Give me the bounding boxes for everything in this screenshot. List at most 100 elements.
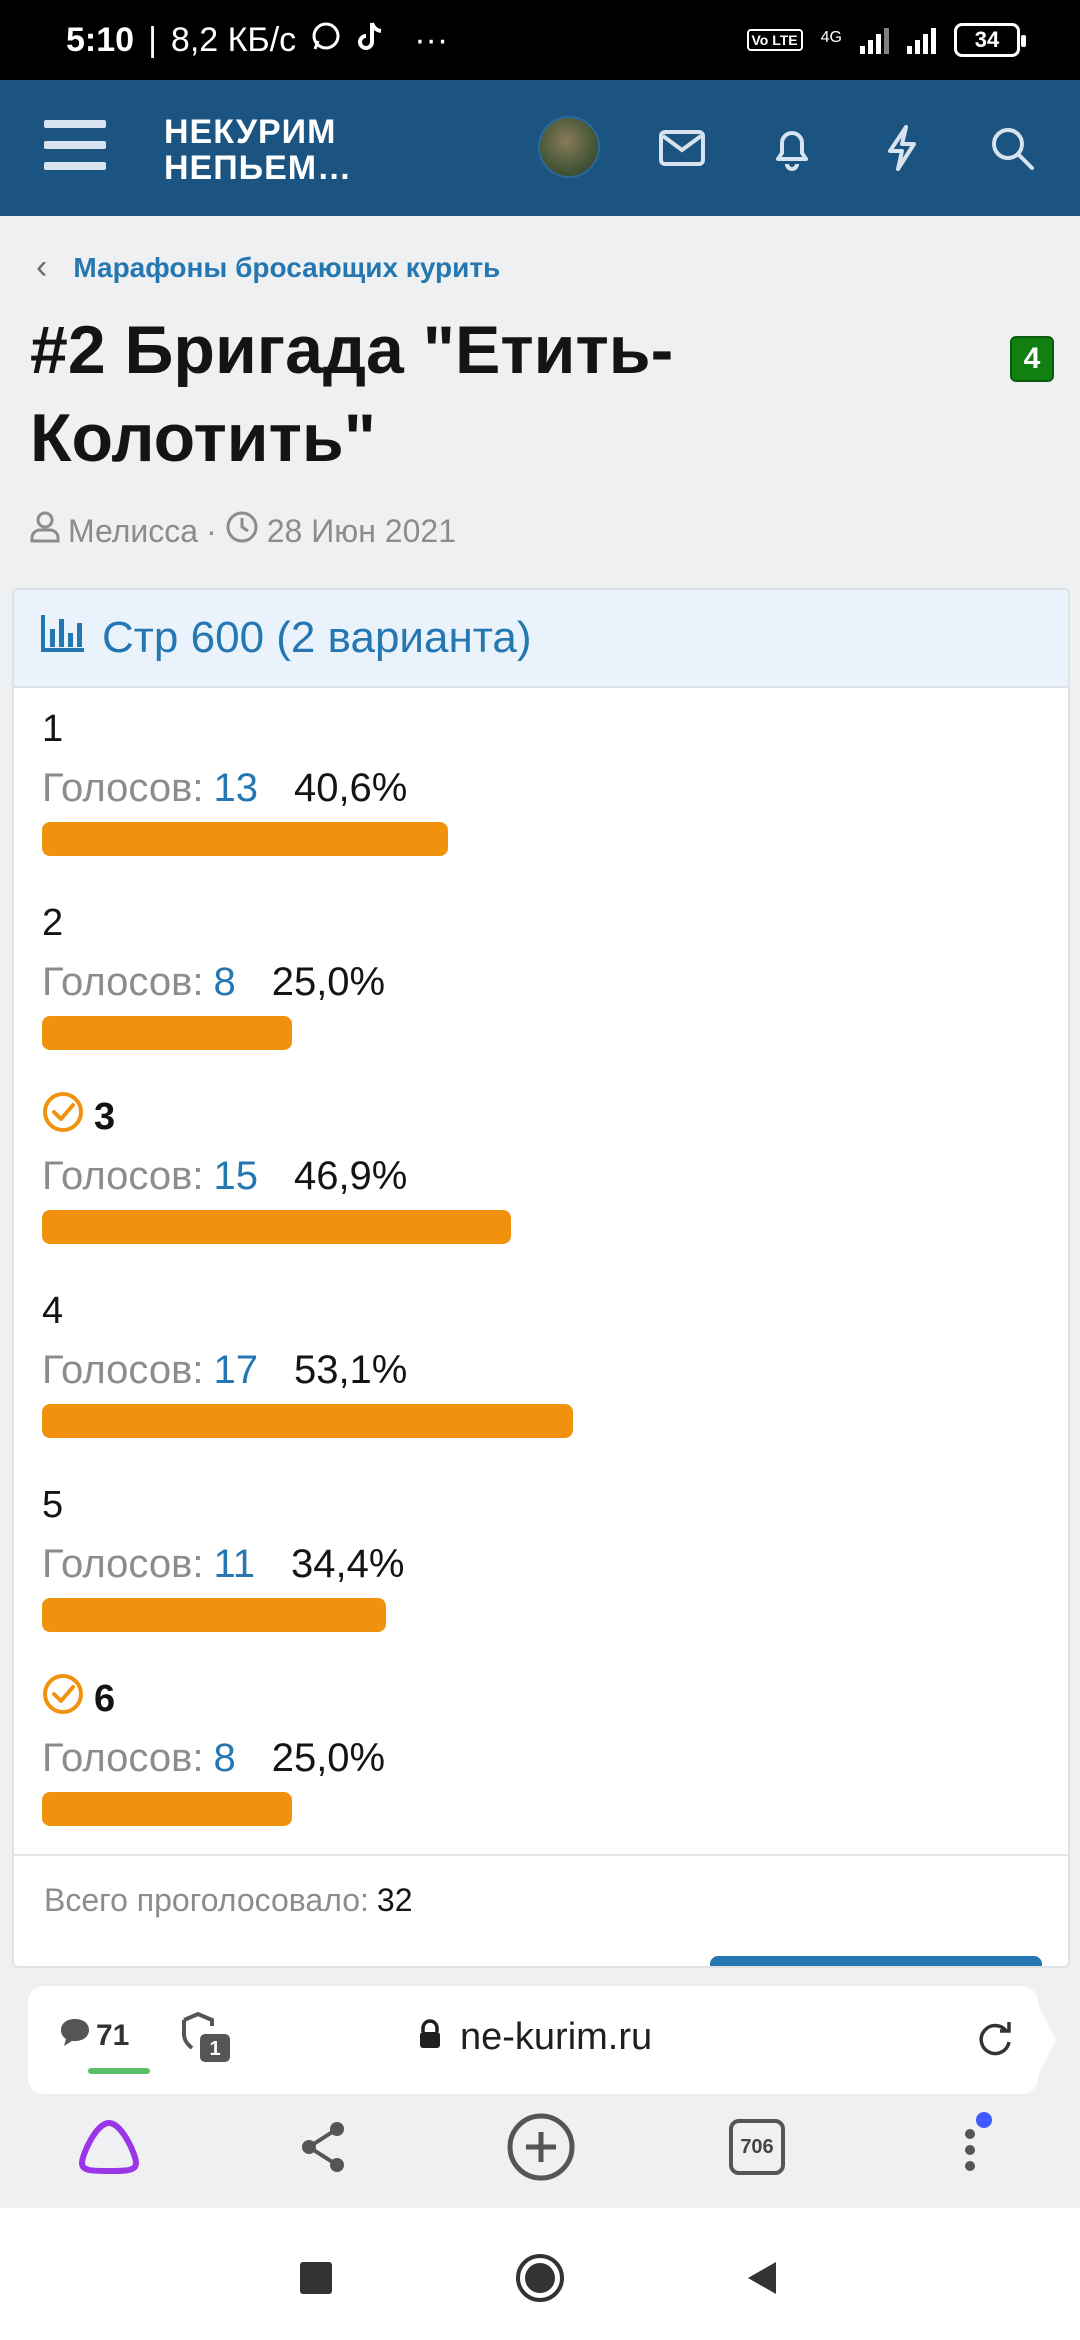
network-type: 4G — [820, 29, 842, 46]
poll-option-label: 6 — [94, 1677, 116, 1720]
comments-button[interactable]: 71 — [58, 2016, 150, 2074]
clock-icon — [225, 510, 259, 552]
votes-label: Голосов: — [42, 1541, 204, 1586]
menu-icon[interactable] — [44, 120, 106, 170]
user-avatar[interactable] — [538, 116, 600, 178]
votes-label: Голосов: — [42, 1153, 204, 1198]
lock-icon — [418, 2016, 442, 2059]
voted-check-icon — [42, 1673, 84, 1725]
poll-option-votes: Голосов: 8 25,0% — [42, 1734, 385, 1782]
votes-count[interactable]: 8 — [213, 1736, 235, 1781]
browser-toolbar: 71 1 ne-kurim.ru 706 — [0, 1968, 1080, 2208]
poll-option: 6 Голосов: 8 25,0% — [42, 1673, 385, 1826]
comment-icon — [58, 2016, 92, 2056]
poll-chart-icon — [40, 613, 86, 664]
votes-count[interactable]: 15 — [213, 1154, 258, 1199]
meta-separator: · — [206, 512, 217, 549]
votes-count[interactable]: 13 — [213, 766, 258, 811]
poll-action-button[interactable] — [710, 1956, 1042, 1966]
tiktok-icon — [356, 20, 386, 60]
thread-author[interactable]: Мелисса — [68, 513, 198, 550]
recents-button[interactable] — [286, 2248, 346, 2308]
chevron-left-icon: ‹ — [36, 248, 48, 286]
poll-option-label: 5 — [42, 1483, 64, 1526]
share-icon[interactable] — [278, 2102, 368, 2192]
poll-option-bar — [42, 1792, 292, 1826]
back-button[interactable] — [732, 2248, 792, 2308]
votes-percent: 53,1% — [293, 1347, 408, 1392]
poll-option-label-row: 1 — [42, 706, 448, 752]
protect-icon[interactable]: 1 — [178, 2010, 234, 2071]
battery-level: 34 — [974, 27, 1000, 52]
reload-icon[interactable] — [974, 2018, 1016, 2065]
poll-block: Стр 600 (2 варианта) 1 Голосов: 13 40,6% 2 Го… — [12, 588, 1070, 1968]
poll-option-label-row: 6 — [42, 1673, 385, 1725]
logo-line-1: НЕКУРИМ — [164, 113, 337, 151]
poll-title: Стр 600 (2 варианта) — [102, 613, 532, 662]
votes-count[interactable]: 17 — [213, 1348, 258, 1393]
search-icon[interactable] — [984, 120, 1040, 176]
poll-option: 1 Голосов: 13 40,6% — [42, 706, 448, 856]
votes-label: Голосов: — [42, 959, 204, 1004]
address-bar[interactable]: 71 1 ne-kurim.ru — [28, 1986, 1056, 2094]
poll-option-label-row: 5 — [42, 1482, 404, 1528]
inbox-icon[interactable] — [654, 120, 710, 176]
status-divider: | — [148, 20, 157, 59]
poll-total: Всего проголосовало: 32 — [14, 1854, 1068, 1944]
poll-option-votes: Голосов: 8 25,0% — [42, 958, 385, 1006]
whatsapp-icon — [310, 20, 342, 60]
poll-header: Стр 600 (2 варианта) — [14, 590, 1068, 688]
tabs-count: 706 — [729, 2119, 785, 2175]
system-navigation-bar — [0, 2208, 1080, 2340]
url-text: ne-kurim.ru — [460, 2016, 653, 2058]
home-button[interactable] — [510, 2248, 570, 2308]
poll-option: 5 Голосов: 11 34,4% — [42, 1482, 404, 1632]
poll-option: 2 Голосов: 8 25,0% — [42, 900, 385, 1050]
votes-percent: 25,0% — [271, 1735, 386, 1780]
user-icon — [30, 511, 60, 551]
signal-icon — [860, 26, 889, 54]
voted-check-icon — [42, 1091, 84, 1143]
status-time: 5:10 — [66, 20, 135, 59]
votes-percent: 34,4% — [290, 1541, 405, 1586]
votes-percent: 25,0% — [271, 959, 386, 1004]
poll-option-votes: Голосов: 17 53,1% — [42, 1346, 573, 1394]
poll-option-label: 3 — [94, 1095, 116, 1138]
page-title: #2 Бригада "Етить-Колотить" — [30, 312, 674, 476]
poll-option: 4 Голосов: 17 53,1% — [42, 1288, 573, 1438]
signal-icon-2 — [907, 26, 936, 54]
poll-option-label-row: 4 — [42, 1288, 573, 1334]
new-tab-icon[interactable] — [496, 2102, 586, 2192]
poll-option-bar — [42, 1016, 292, 1050]
status-bar: 5:10 | 8,2 КБ/с ··· Vo LTE 4G 34 — [0, 0, 1080, 80]
votes-label: Голосов: — [42, 1735, 204, 1780]
comments-rating-bar — [88, 2068, 150, 2074]
poll-total-label: Всего проголосовало: — [44, 1881, 369, 1918]
alice-assistant-icon[interactable] — [64, 2102, 154, 2192]
tabs-count-button[interactable]: 706 — [712, 2102, 802, 2192]
more-notifications-icon: ··· — [414, 20, 449, 59]
thread-date[interactable]: 28 Июн 2021 — [267, 513, 456, 550]
comments-count: 71 — [96, 2019, 130, 2052]
poll-option-bar — [42, 1598, 386, 1632]
logo-line-2: НЕПЬЕМ… — [164, 149, 353, 187]
network-speed: 8,2 КБ/с — [170, 20, 297, 59]
more-menu-icon[interactable] — [928, 2102, 1018, 2192]
votes-label: Голосов: — [42, 1347, 204, 1392]
url-field[interactable]: ne-kurim.ru — [418, 2016, 652, 2059]
votes-count[interactable]: 8 — [213, 960, 235, 1005]
whats-new-icon[interactable] — [874, 120, 930, 176]
site-logo[interactable]: НЕКУРИМ НЕПЬЕМ… — [164, 114, 352, 186]
reply-count-badge[interactable]: 4 — [1010, 336, 1054, 382]
poll-option: 3 Голосов: 15 46,9% — [42, 1091, 511, 1244]
breadcrumb-link[interactable]: Марафоны бросающих курить — [73, 252, 500, 284]
poll-option-bar — [42, 1210, 511, 1244]
poll-option-votes: Голосов: 11 34,4% — [42, 1540, 404, 1588]
poll-option-bar — [42, 822, 448, 856]
bell-icon[interactable] — [764, 120, 820, 176]
poll-option-label: 1 — [42, 707, 64, 750]
poll-option-votes: Голосов: 13 40,6% — [42, 764, 448, 812]
breadcrumb[interactable]: ‹ Марафоны бросающих курить — [36, 248, 500, 287]
votes-count[interactable]: 11 — [213, 1542, 255, 1587]
poll-total-value: 32 — [376, 1881, 413, 1918]
